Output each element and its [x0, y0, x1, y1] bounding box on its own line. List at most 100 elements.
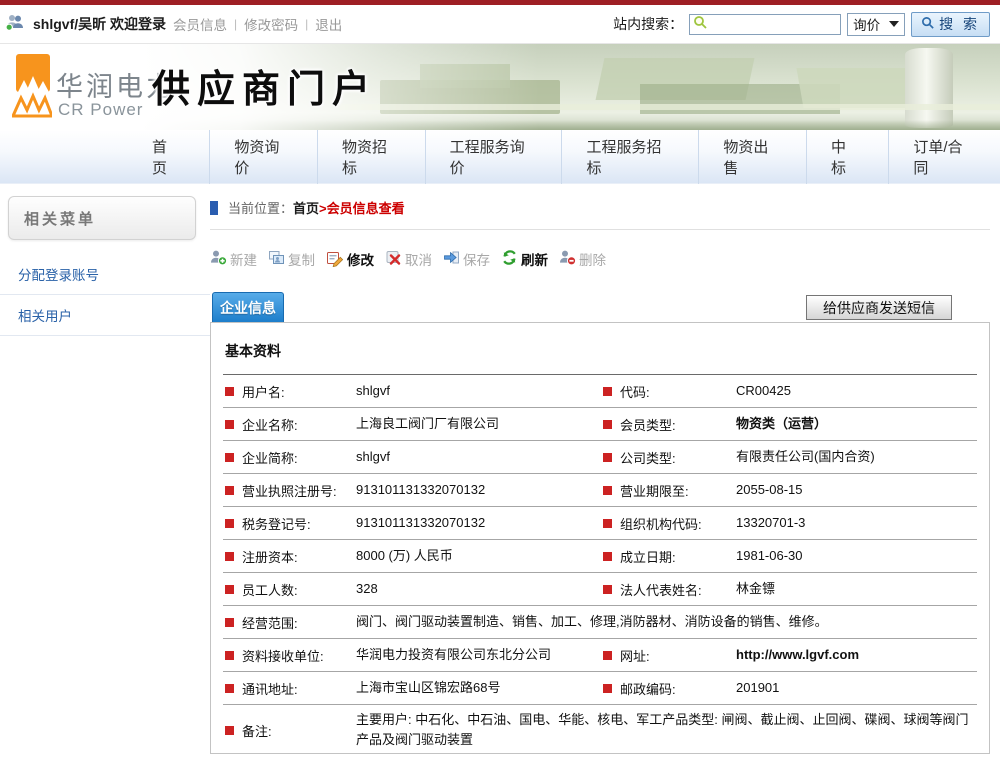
bullet-icon — [603, 684, 612, 693]
bullet-icon — [603, 651, 612, 660]
bullet-icon — [603, 420, 612, 429]
field-value: 913101131332070132 — [356, 513, 601, 533]
bullet-icon — [225, 618, 234, 627]
info-row: 注册资本:8000 (万) 人民币成立日期:1981-06-30 — [223, 540, 977, 573]
tab-company-info[interactable]: 企业信息 — [212, 292, 284, 322]
field-value: http://www.lgvf.com — [736, 645, 977, 665]
nav-item[interactable]: 首 页 — [128, 130, 209, 184]
change-password-link[interactable]: 修改密码 — [244, 14, 298, 34]
新建-tool-button: 新建 — [210, 249, 257, 269]
nav-item[interactable]: 工程服务询价 — [425, 130, 562, 184]
field-label: 营业执照注册号: — [223, 481, 356, 500]
refresh-icon — [501, 249, 518, 269]
field-label: 经营范围: — [223, 613, 356, 632]
field-label: 营业期限至: — [601, 481, 736, 500]
取消-tool-button: 取消 — [385, 249, 432, 269]
nav-item[interactable]: 中 标 — [806, 130, 888, 184]
bullet-icon — [603, 552, 612, 561]
user-bar: shlgvf/吴昕 欢迎登录 会员信息 | 修改密码 | 退出 站内搜索： 询价 — [0, 5, 1000, 44]
search-button-icon — [921, 16, 935, 33]
field-value: 华润电力投资有限公司东北分公司 — [356, 645, 601, 665]
search-category-value: 询价 — [853, 14, 880, 34]
logout-link[interactable]: 退出 — [315, 14, 342, 34]
search-icon — [693, 15, 708, 33]
section-title: 基本资料 — [223, 323, 977, 375]
breadcrumb-home-link[interactable]: 首页 — [293, 198, 319, 217]
member-info-link[interactable]: 会员信息 — [173, 14, 227, 34]
link-divider: | — [234, 17, 237, 31]
content-area: 当前位置： 首页 >会员信息查看 新建复制修改取消保存刷新删除 企业信息 给供应… — [210, 184, 1000, 754]
field-value: 主要用户: 中石化、中石油、国电、华能、核电、军工产品类型: 闸阀、截止阀、止回… — [356, 705, 977, 754]
nav-item[interactable]: 物资招标 — [317, 130, 425, 184]
field-value: 阀门、阀门驱动装置制造、销售、加工、修理,消防器材、消防设备的销售、维修。 — [356, 607, 977, 637]
user-info-group: shlgvf/吴昕 欢迎登录 会员信息 | 修改密码 | 退出 — [4, 14, 342, 34]
search-category-select[interactable]: 询价 — [847, 13, 905, 36]
bullet-icon — [225, 453, 234, 462]
bullet-icon — [225, 420, 234, 429]
bullet-icon — [225, 684, 234, 693]
保存-tool-button: 保存 — [443, 249, 490, 269]
sidebar-item[interactable]: 相关用户 — [0, 295, 210, 336]
search-button-label: 搜 索 — [939, 14, 980, 34]
nav-item[interactable]: 物资询价 — [209, 130, 317, 184]
field-label: 代码: — [601, 382, 736, 401]
page: shlgvf/吴昕 欢迎登录 会员信息 | 修改密码 | 退出 站内搜索： 询价 — [0, 0, 1000, 754]
tool-button-label: 新建 — [230, 249, 257, 269]
field-value: 201901 — [736, 678, 977, 698]
site-search-group: 站内搜索： 询价 — [613, 12, 990, 37]
send-sms-button[interactable]: 给供应商发送短信 — [806, 295, 952, 320]
刷新-tool-button[interactable]: 刷新 — [501, 249, 548, 269]
复制-tool-button: 复制 — [268, 249, 315, 269]
field-label: 用户名: — [223, 382, 356, 401]
sidebar: 相关菜单 分配登录账号相关用户 — [0, 184, 210, 336]
bullet-icon — [225, 387, 234, 396]
search-input[interactable] — [708, 17, 837, 31]
chevron-down-icon — [889, 21, 899, 27]
field-value: 物资类（运营） — [736, 414, 977, 434]
link-divider: | — [305, 17, 308, 31]
site-search-label: 站内搜索： — [613, 14, 683, 34]
info-row: 企业简称:shlgvf公司类型:有限责任公司(国内合资) — [223, 441, 977, 474]
tool-button-label: 复制 — [288, 249, 315, 269]
field-value: 13320701-3 — [736, 513, 977, 533]
info-row: 经营范围:阀门、阀门驱动装置制造、销售、加工、修理,消防器材、消防设备的销售、维… — [223, 606, 977, 639]
main-area: 相关菜单 分配登录账号相关用户 当前位置： 首页 >会员信息查看 新建 复制 修改取… — [0, 184, 1000, 754]
sidebar-menu: 分配登录账号相关用户 — [0, 254, 210, 336]
field-label: 企业简称: — [223, 448, 356, 467]
field-label: 组织机构代码: — [601, 514, 736, 533]
new-icon — [210, 249, 227, 269]
field-label: 注册资本: — [223, 547, 356, 566]
tab-row: 企业信息 给供应商发送短信 — [210, 290, 990, 322]
nav-item[interactable]: 订单/合同 — [888, 130, 1000, 184]
copy-icon — [268, 249, 285, 269]
search-button[interactable]: 搜 索 — [911, 12, 990, 37]
save-icon — [443, 249, 460, 269]
field-label: 员工人数: — [223, 580, 356, 599]
tool-button-label: 修改 — [347, 249, 374, 269]
bullet-icon — [603, 486, 612, 495]
company-info-panel: 基本资料 用户名:shlgvf代码:CR00425企业名称:上海良工阀门厂有限公… — [210, 322, 990, 754]
info-row: 资料接收单位:华润电力投资有限公司东北分公司网址:http://www.lgvf… — [223, 639, 977, 672]
info-row: 备注:主要用户: 中石化、中石油、国电、华能、核电、军工产品类型: 闸阀、截止阀… — [223, 705, 977, 754]
field-label: 会员类型: — [601, 415, 736, 434]
field-label: 公司类型: — [601, 448, 736, 467]
breadcrumb-label: 当前位置： — [228, 198, 293, 217]
edit-icon — [326, 249, 344, 270]
info-row: 用户名:shlgvf代码:CR00425 — [223, 375, 977, 408]
sidebar-item[interactable]: 分配登录账号 — [0, 254, 210, 295]
field-label: 邮政编码: — [601, 679, 736, 698]
info-row: 税务登记号:913101131332070132组织机构代码:13320701-… — [223, 507, 977, 540]
field-value: 913101131332070132 — [356, 480, 601, 500]
info-row: 企业名称:上海良工阀门厂有限公司会员类型:物资类（运营） — [223, 408, 977, 441]
field-label: 备注: — [223, 721, 356, 740]
nav-item[interactable]: 物资出售 — [698, 130, 806, 184]
breadcrumb-marker-icon — [210, 201, 218, 215]
breadcrumb-current[interactable]: >会员信息查看 — [319, 198, 405, 217]
nav-item[interactable]: 工程服务招标 — [561, 130, 698, 184]
sidebar-title: 相关菜单 — [8, 196, 196, 240]
field-value: 上海良工阀门厂有限公司 — [356, 414, 601, 434]
修改-tool-button[interactable]: 修改 — [326, 249, 374, 270]
field-label: 通讯地址: — [223, 679, 356, 698]
bullet-icon — [225, 726, 234, 735]
field-value: 上海市宝山区锦宏路68号 — [356, 678, 601, 698]
